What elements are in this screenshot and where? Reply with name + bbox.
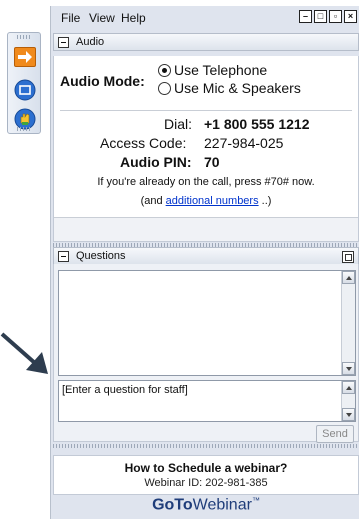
brand-tm: ™ [251, 496, 260, 505]
radio-label-mic[interactable]: Use Mic & Speakers [174, 80, 301, 96]
access-code-value: 227-984-025 [204, 135, 284, 151]
additional-numbers-line: (and additional numbers ..) [54, 195, 358, 207]
collapse-questions-icon[interactable] [58, 251, 69, 262]
floating-toolbar [7, 32, 41, 134]
questions-header: Questions [53, 247, 359, 265]
access-code-label: Access Code: [100, 135, 187, 151]
audio-pin-value: 70 [204, 154, 220, 170]
radio-label-telephone[interactable]: Use Telephone [174, 62, 267, 78]
brand-rest: Webinar [192, 496, 252, 514]
maximize-icon[interactable]: □ [314, 10, 327, 23]
menu-bar: File View Help – □ ▫ × [51, 6, 359, 28]
brand-logo: GoToWebinar™ [53, 496, 359, 519]
questions-title: Questions [76, 250, 126, 262]
collapse-audio-icon[interactable] [58, 37, 69, 48]
scroll-up-icon[interactable] [342, 271, 355, 284]
additional-numbers-link[interactable]: additional numbers [166, 195, 259, 207]
questions-log[interactable] [58, 270, 356, 376]
menu-help[interactable]: Help [121, 11, 146, 25]
window-buttons: – □ ▫ × [299, 10, 357, 23]
send-button[interactable]: Send [316, 425, 354, 443]
minimize-icon[interactable]: – [299, 10, 312, 23]
brand-bold: GoTo [152, 496, 193, 514]
questions-panel: [Enter a question for staff] Send [53, 264, 359, 443]
divider [60, 110, 352, 111]
menu-file[interactable]: File [61, 11, 80, 25]
radio-use-telephone[interactable]: Use Telephone [158, 62, 267, 78]
schedule-title[interactable]: How to Schedule a webinar? [54, 461, 358, 475]
scroll-down-icon[interactable] [342, 362, 355, 375]
audio-header: Audio [53, 33, 359, 51]
input-scroll-down-icon[interactable] [342, 408, 355, 421]
dial-value: +1 800 555 1212 [204, 116, 310, 132]
radio-unselected-icon[interactable] [158, 81, 171, 95]
close-icon[interactable]: × [344, 10, 357, 23]
screen-share-icon[interactable] [14, 79, 36, 101]
menu-view[interactable]: View [89, 11, 115, 25]
toolbar-grip-bottom[interactable] [17, 127, 31, 131]
radio-selected-icon[interactable] [158, 63, 171, 77]
audio-panel: Audio Mode: Use Telephone Use Mic & Spea… [53, 56, 359, 242]
numbers-suffix: ..) [258, 195, 272, 207]
schedule-box: How to Schedule a webinar? Webinar ID: 2… [53, 455, 359, 495]
control-panel: File View Help – □ ▫ × Audio Audio Mode:… [50, 6, 359, 519]
question-input[interactable]: [Enter a question for staff] [58, 380, 356, 422]
webinar-id: Webinar ID: 202-981-385 [144, 477, 268, 489]
input-scroll-up-icon[interactable] [342, 381, 355, 394]
popout-icon[interactable] [342, 251, 354, 263]
numbers-prefix: (and [140, 195, 166, 207]
log-scrollbar[interactable] [341, 271, 355, 375]
toolbar-grip-top[interactable] [17, 35, 31, 39]
raise-hand-icon[interactable] [14, 108, 36, 130]
audio-pin-label: Audio PIN: [120, 154, 192, 170]
pointer-arrow-icon [0, 332, 50, 381]
restore-icon[interactable]: ▫ [329, 10, 342, 23]
question-placeholder[interactable]: [Enter a question for staff] [62, 384, 188, 396]
arrow-right-icon[interactable] [14, 47, 36, 67]
input-scrollbar[interactable] [341, 381, 355, 421]
radio-use-mic[interactable]: Use Mic & Speakers [158, 80, 301, 96]
dial-label: Dial: [164, 116, 193, 132]
audio-mode-label: Audio Mode: [60, 73, 145, 89]
audio-footer [54, 217, 358, 241]
call-note: If you're already on the call, press #70… [97, 176, 315, 188]
audio-title: Audio [76, 36, 105, 48]
splitter-bottom[interactable] [53, 444, 359, 448]
